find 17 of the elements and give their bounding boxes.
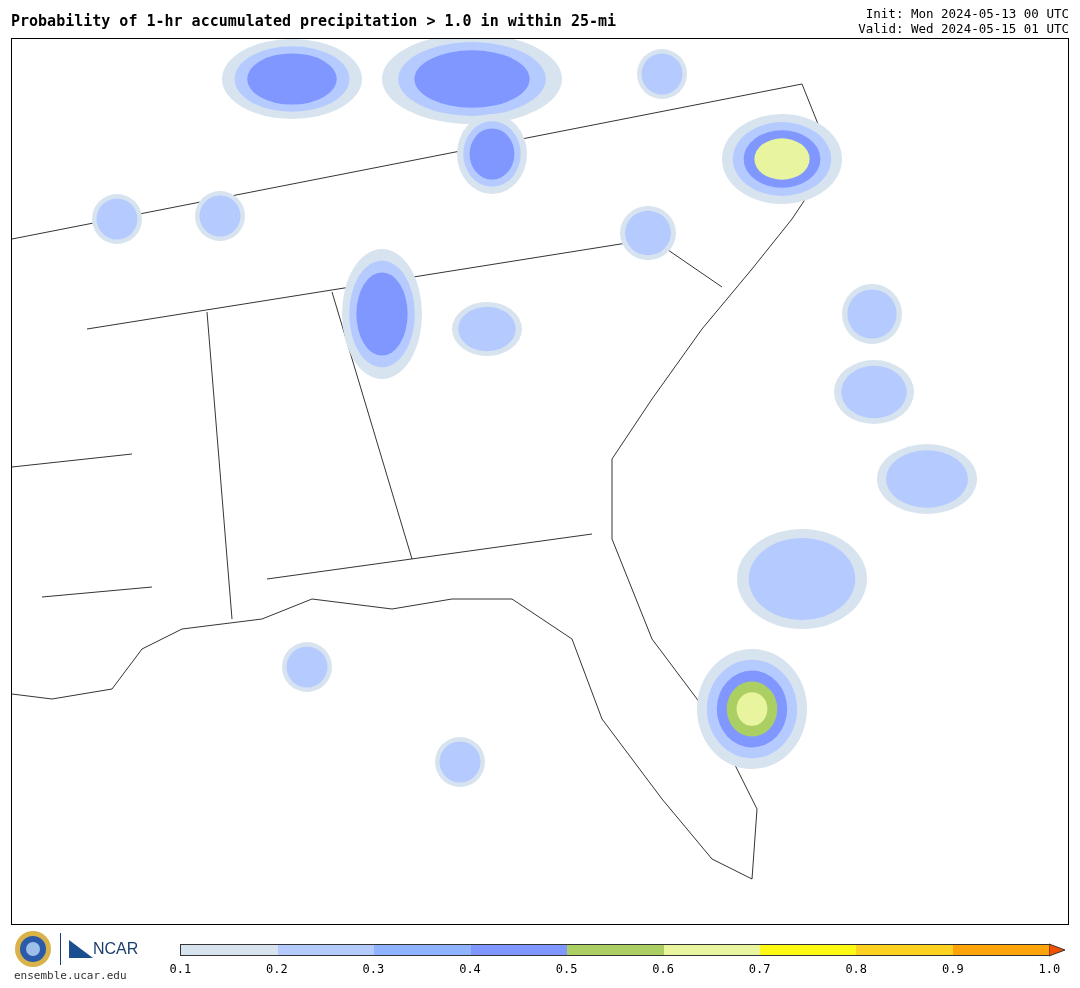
tick-label: 1.0 <box>1038 961 1061 978</box>
tick-label: 0.1 <box>169 961 192 978</box>
tick-label: 0.4 <box>459 961 481 978</box>
init-time: Init: Mon 2024-05-13 00 UTC <box>864 6 1069 21</box>
tick-label: 0.5 <box>555 961 578 978</box>
brand-name: NCAR <box>93 939 139 959</box>
tick-label: 0.9 <box>941 961 964 978</box>
seal-icon <box>14 930 52 968</box>
triangle-logo-icon <box>69 940 93 958</box>
tick-label: 0.3 <box>362 961 385 978</box>
tick-label: 0.2 <box>266 961 288 978</box>
site-address: ensemble.ucar.edu <box>14 968 128 984</box>
tick-label: 0.7 <box>748 961 771 978</box>
valid-time: Valid: Wed 2024-05-15 01 UTC <box>858 21 1069 36</box>
chart-title: Probability of 1-hr accumulated precipitation > 1.0 in within 25-mi <box>11 14 617 32</box>
tick-label: 0.6 <box>652 961 674 978</box>
tick-label: 0.8 <box>845 961 868 978</box>
